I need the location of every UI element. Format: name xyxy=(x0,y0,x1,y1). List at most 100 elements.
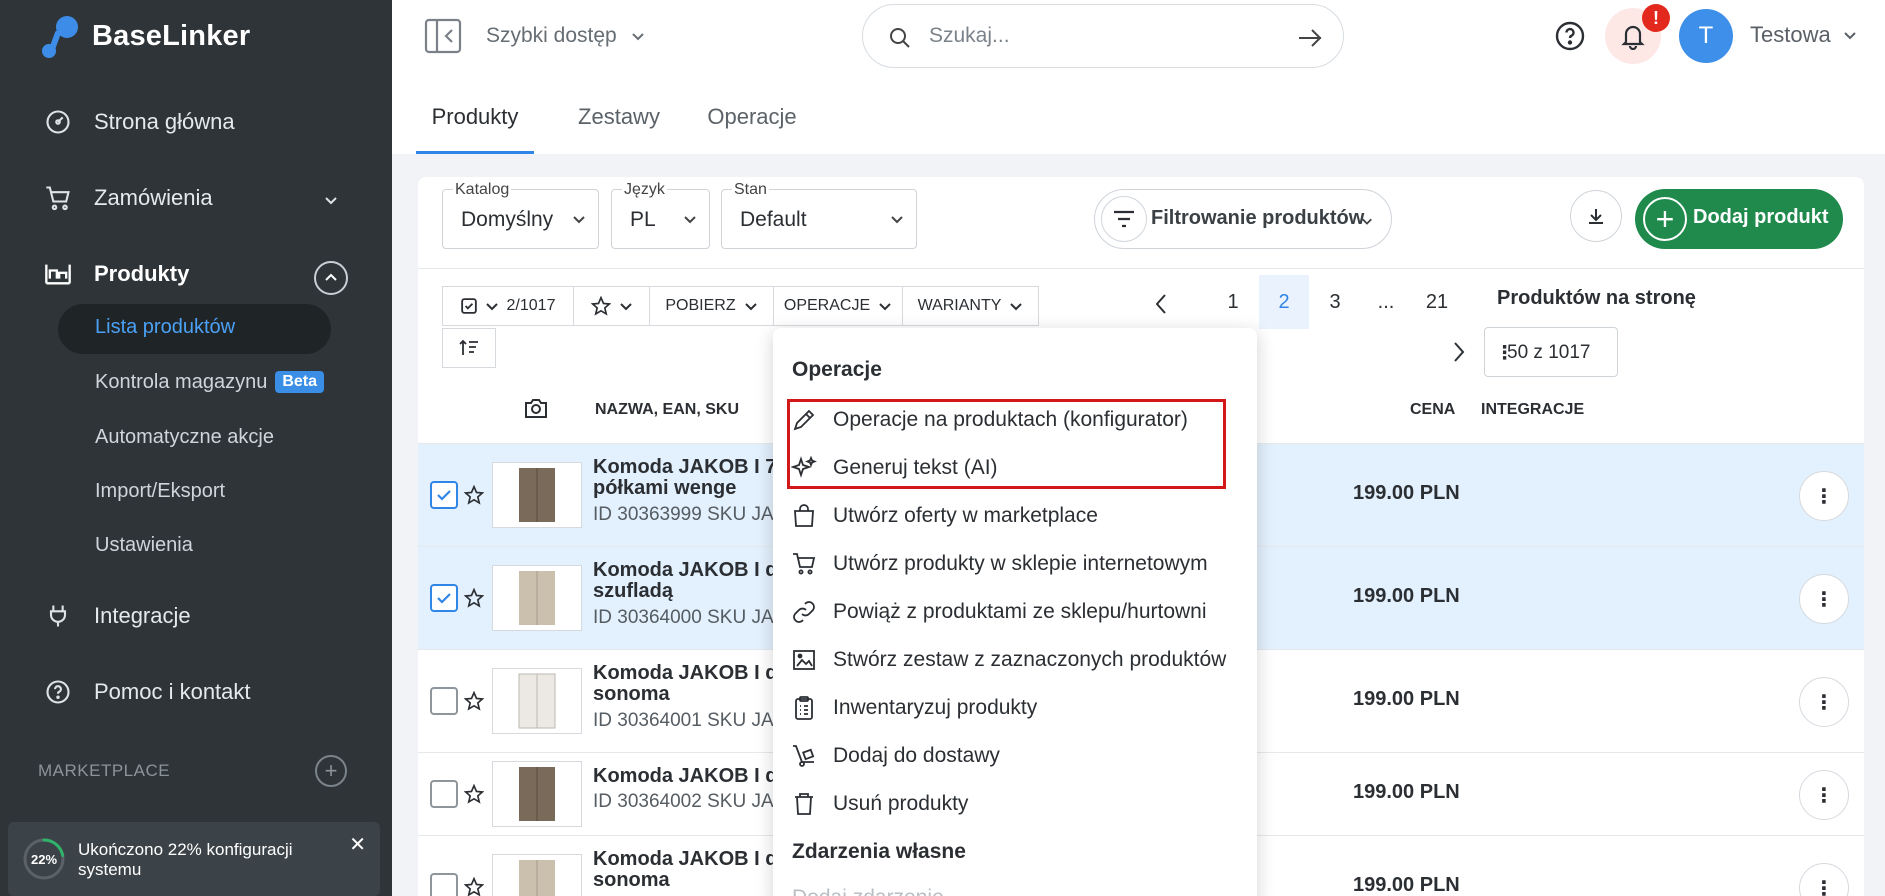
plug-icon xyxy=(49,605,67,627)
product-name[interactable]: Komoda JAKOB I do szufladą xyxy=(593,560,793,602)
page-1[interactable]: 1 xyxy=(1208,275,1258,329)
sub-item-settings[interactable]: Ustawienia xyxy=(95,534,193,557)
product-thumbnail[interactable] xyxy=(492,668,582,734)
nav-help[interactable]: Pomoc i kontakt xyxy=(44,678,251,706)
product-name[interactable]: Komoda JAKOB I do sonoma xyxy=(593,663,793,705)
product-name[interactable]: Komoda JAKOB I do sonoma xyxy=(593,849,793,891)
catalog-select[interactable]: Katalog Domyślny xyxy=(442,181,599,249)
column-price[interactable]: CENA xyxy=(1410,401,1455,419)
tab-operations[interactable]: Operacje xyxy=(704,88,800,154)
per-page-select[interactable]: ⋮ 50 z 1017 xyxy=(1484,327,1618,377)
add-product-button[interactable]: + Dodaj produkt xyxy=(1635,189,1843,249)
row-checkbox[interactable] xyxy=(430,687,458,715)
variants-dropdown[interactable]: WARIANTY xyxy=(902,286,1039,326)
row-menu-button[interactable]: ⋮ xyxy=(1799,770,1849,820)
user-name: Testowa xyxy=(1750,22,1831,47)
catalog-label: Katalog xyxy=(453,181,512,199)
star-icon[interactable] xyxy=(464,877,484,896)
language-value: PL xyxy=(630,208,656,231)
row-menu-button[interactable]: ⋮ xyxy=(1799,471,1849,521)
sub-item-auto-actions[interactable]: Automatyczne akcje xyxy=(95,426,274,449)
tab-sets[interactable]: Zestawy xyxy=(574,88,664,154)
page-2[interactable]: 2 xyxy=(1259,275,1309,329)
menu-item-link-products[interactable]: Powiąż z produktami ze sklepu/hurtowni xyxy=(791,599,1207,625)
row-checkbox[interactable] xyxy=(430,780,458,808)
selected-count: 2/1017 xyxy=(506,297,556,314)
chevron-down-icon xyxy=(891,216,903,224)
avatar[interactable]: T xyxy=(1679,9,1733,63)
menu-item-inventory[interactable]: Inwentaryzuj produkty xyxy=(791,695,1037,721)
star-icon[interactable] xyxy=(464,588,484,608)
menu-item-add-event[interactable]: Dodaj zdarzenie xyxy=(792,886,944,896)
row-checkbox[interactable] xyxy=(430,873,458,896)
nav-integrations-label: Integracje xyxy=(94,603,191,628)
download-icon xyxy=(1589,209,1603,224)
row-menu-button[interactable]: ⋮ xyxy=(1799,574,1849,624)
menu-item-add-to-delivery[interactable]: Dodaj do dostawy xyxy=(791,743,1000,769)
menu-item-label: Usuń produkty xyxy=(833,792,969,815)
state-label: Stan xyxy=(732,181,769,199)
nav-orders-label: Zamówienia xyxy=(94,185,213,210)
page-3[interactable]: 3 xyxy=(1310,275,1360,329)
menu-item-create-shop-products[interactable]: Utwórz produkty w sklepie internetowym xyxy=(791,551,1208,577)
nav-home[interactable]: Strona główna xyxy=(44,108,235,136)
kebab-icon: ⋮ xyxy=(1814,588,1834,611)
search-bar xyxy=(862,4,1344,68)
chevron-down-icon xyxy=(1844,32,1856,40)
download-dropdown[interactable]: POBIERZ xyxy=(649,286,774,326)
star-icon[interactable] xyxy=(464,485,484,505)
add-marketplace-button[interactable]: + xyxy=(315,755,347,787)
product-thumbnail[interactable] xyxy=(492,565,582,631)
menu-item-create-offers[interactable]: Utwórz oferty w marketplace xyxy=(791,503,1098,529)
menu-item-label: Powiąż z produktami ze sklepu/hurtowni xyxy=(833,600,1207,623)
chevron-left-icon[interactable] xyxy=(1154,292,1168,316)
chevron-down-icon[interactable] xyxy=(324,193,338,207)
menu-item-create-set[interactable]: Stwórz zestaw z zaznaczonych produktów xyxy=(791,647,1226,673)
product-name[interactable]: Komoda JAKOB I 75 półkami wenge xyxy=(593,457,793,499)
product-thumbnail[interactable] xyxy=(492,462,582,528)
download-button[interactable] xyxy=(1570,190,1622,242)
select-all-dropdown[interactable]: 2/1017 xyxy=(442,286,574,326)
chevron-up-icon xyxy=(325,273,337,281)
setup-progress-box[interactable]: 22% Ukończono 22% konfiguracji systemu ✕ xyxy=(8,822,380,896)
filter-products-button[interactable]: Filtrowanie produktów xyxy=(1094,189,1392,249)
arrow-right-icon[interactable] xyxy=(1297,27,1323,49)
nav-products[interactable]: Produkty xyxy=(44,260,189,288)
row-checkbox[interactable] xyxy=(430,584,458,612)
sub-item-stock-control[interactable]: Kontrola magazynu Beta xyxy=(95,371,325,394)
operations-dropdown[interactable]: OPERACJE xyxy=(773,286,903,326)
close-icon[interactable]: ✕ xyxy=(349,832,366,857)
row-checkbox[interactable] xyxy=(430,481,458,509)
chevron-right-icon[interactable] xyxy=(1452,340,1466,364)
nav-integrations[interactable]: Integracje xyxy=(44,602,191,630)
add-product-label: Dodaj produkt xyxy=(1693,206,1829,228)
state-select[interactable]: Stan Default xyxy=(721,181,917,249)
star-icon[interactable] xyxy=(464,784,484,804)
sidebar-toggle-icon[interactable] xyxy=(424,18,462,54)
search-input[interactable] xyxy=(929,21,1269,51)
sort-button[interactable] xyxy=(442,328,496,368)
column-name[interactable]: NAZWA, EAN, SKU xyxy=(595,401,739,419)
row-menu-button[interactable]: ⋮ xyxy=(1799,863,1849,896)
tab-products[interactable]: Produkty xyxy=(416,88,534,154)
product-meta: ID 30364002 SKU JAK xyxy=(593,791,783,812)
nav-orders[interactable]: Zamówienia xyxy=(44,184,344,212)
chevron-down-icon xyxy=(632,33,644,41)
logo[interactable]: BaseLinker xyxy=(40,14,250,58)
favorites-dropdown[interactable] xyxy=(573,286,650,326)
row-menu-button[interactable]: ⋮ xyxy=(1799,677,1849,727)
language-select[interactable]: Język PL xyxy=(611,181,710,249)
product-price: 199.00 PLN xyxy=(1353,585,1460,607)
user-menu[interactable]: Testowa xyxy=(1750,22,1857,48)
product-thumbnail[interactable] xyxy=(492,854,582,896)
menu-item-delete-products[interactable]: Usuń produkty xyxy=(791,791,968,817)
product-thumbnail[interactable] xyxy=(492,761,582,827)
help-icon[interactable] xyxy=(1554,20,1586,52)
product-meta: ID 30364001 SKU JAK xyxy=(593,710,783,731)
quick-access-dropdown[interactable]: Szybki dostęp xyxy=(486,24,645,48)
star-icon[interactable] xyxy=(464,691,484,711)
product-name[interactable]: Komoda JAKOB I do xyxy=(593,766,793,787)
page-21[interactable]: 21 xyxy=(1412,275,1462,329)
sub-item-import-export[interactable]: Import/Eksport xyxy=(95,480,225,503)
collapse-products-button[interactable] xyxy=(314,261,348,295)
